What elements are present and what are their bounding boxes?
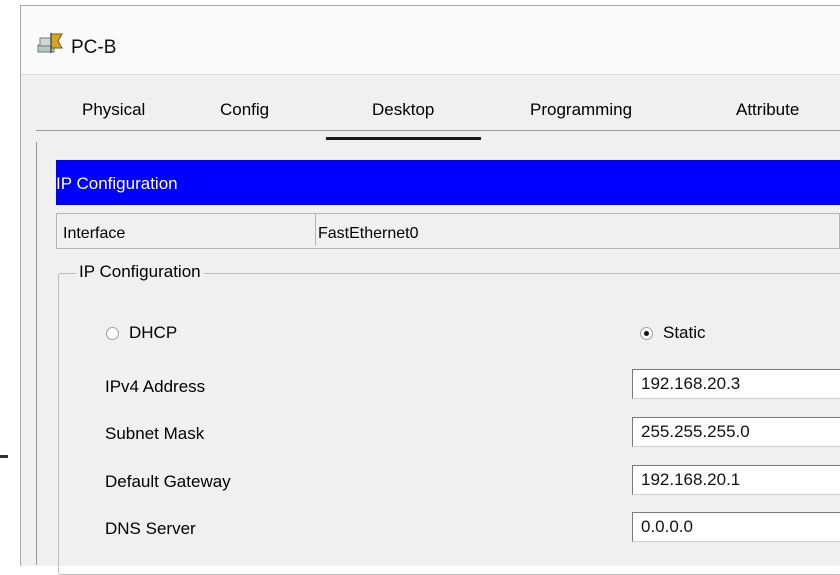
subnet-mask-label: Subnet Mask [105, 424, 205, 443]
default-gateway-input[interactable] [632, 465, 840, 495]
dns-server-input[interactable] [632, 512, 840, 542]
ip-configuration-header: IP Configuration [56, 160, 840, 205]
default-gateway-label: Default Gateway [105, 472, 231, 491]
static-label: Static [663, 323, 706, 342]
tab-attributes[interactable]: Attribute [736, 100, 799, 120]
ipv4-address-input[interactable] [632, 369, 840, 399]
title-bar: PC-B [21, 6, 840, 75]
static-radio[interactable]: Static [640, 323, 706, 343]
pc-icon [37, 33, 63, 53]
interface-select[interactable]: FastEthernet0 [315, 214, 839, 246]
interface-label: Interface [63, 225, 126, 242]
tab-programming[interactable]: Programming [530, 100, 632, 120]
dns-server-label: DNS Server [105, 519, 196, 538]
tab-config[interactable]: Config [220, 100, 269, 120]
static-radio-dot [640, 326, 653, 340]
selected-tab-indicator [326, 137, 481, 140]
interface-value: FastEthernet0 [318, 225, 419, 242]
tab-physical[interactable]: Physical [82, 100, 145, 120]
dhcp-label: DHCP [129, 323, 178, 342]
subnet-mask-input[interactable] [632, 417, 840, 447]
group-legend: IP Configuration [76, 262, 204, 282]
window-title: PC-B [71, 37, 117, 58]
header-title: IP Configuration [56, 174, 178, 193]
interface-row: Interface FastEthernet0 [56, 213, 840, 249]
ipv4-address-label: IPv4 Address [105, 377, 206, 396]
window-edge-mark [0, 455, 8, 458]
dhcp-radio[interactable]: DHCP [106, 323, 177, 343]
tab-desktop[interactable]: Desktop [372, 100, 434, 120]
tab-bar: Physical Config Desktop Programming Attr… [36, 90, 840, 131]
dhcp-radio-dot [106, 326, 119, 340]
